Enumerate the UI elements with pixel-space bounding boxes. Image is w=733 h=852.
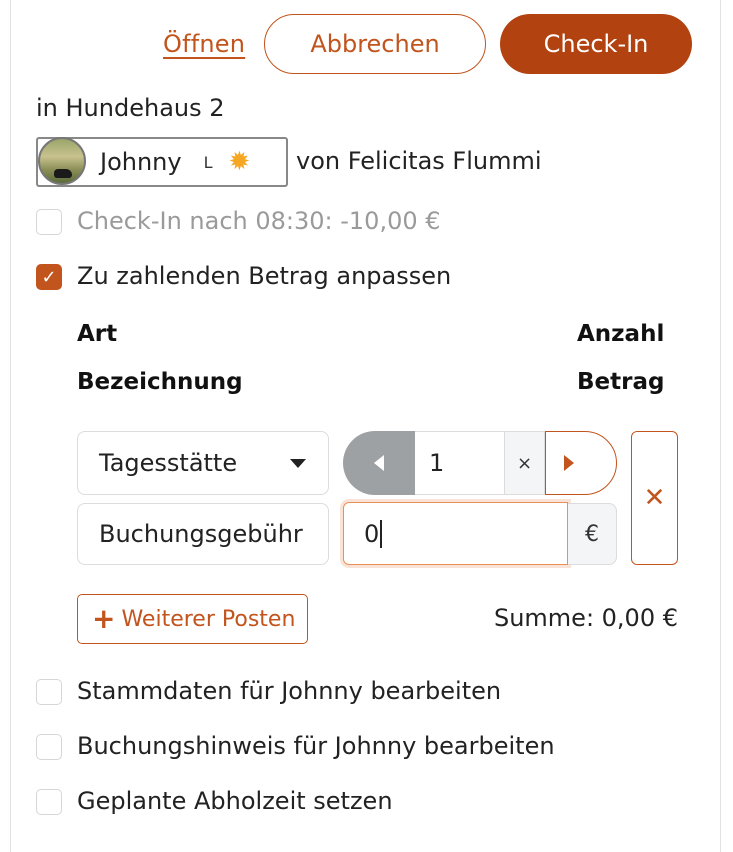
size-badge: L <box>203 152 213 172</box>
multiply-symbol: × <box>504 431 545 495</box>
remove-item-button[interactable]: ✕ <box>631 431 678 565</box>
dog-avatar <box>38 137 86 185</box>
type-select-value: Tagesstätte <box>99 449 238 477</box>
col-amount-header: Betrag <box>577 369 665 395</box>
increment-button[interactable] <box>545 431 617 495</box>
pickup-time-checkbox[interactable] <box>36 789 62 815</box>
late-checkin-checkbox[interactable] <box>36 209 62 235</box>
plus-icon: + <box>92 602 116 635</box>
edit-booking-note-checkbox[interactable] <box>36 734 62 760</box>
owner-text: von Felicitas Flummi <box>296 147 542 175</box>
checkmark-icon: ✓ <box>41 266 57 288</box>
dog-name: Johnny <box>100 148 182 176</box>
sun-icon: ✹ <box>228 147 251 177</box>
decrement-button[interactable] <box>343 431 415 495</box>
edit-master-data-checkbox[interactable] <box>36 679 62 705</box>
currency-addon: € <box>568 503 617 565</box>
open-link[interactable]: Öffnen <box>163 30 245 58</box>
dog-chip[interactable]: Johnny L ✹ <box>36 137 288 187</box>
count-stepper: 1 × <box>343 431 617 495</box>
col-desc-header: Bezeichnung <box>77 369 243 395</box>
checkin-panel <box>10 0 721 852</box>
caret-down-icon <box>290 459 306 468</box>
type-select[interactable]: Tagesstätte <box>77 431 329 495</box>
close-icon: ✕ <box>643 483 666 513</box>
amount-input[interactable]: 0 <box>343 502 568 565</box>
cancel-button[interactable]: Abbrechen <box>264 14 486 74</box>
edit-booking-note-label: Buchungshinweis für Johnny bearbeiten <box>77 732 555 760</box>
edit-master-data-label: Stammdaten für Johnny bearbeiten <box>77 677 502 705</box>
location-text: in Hundehaus 2 <box>36 94 225 122</box>
adjust-amount-label: Zu zahlenden Betrag anpassen <box>77 262 452 290</box>
adjust-amount-checkbox[interactable]: ✓ <box>36 264 62 290</box>
col-type-header: Art <box>77 321 118 347</box>
amount-value: 0 <box>364 519 380 548</box>
add-item-button[interactable]: + Weiterer Posten <box>77 594 308 644</box>
sum-text: Summe: 0,00 € <box>493 604 678 632</box>
add-item-label: Weiterer Posten <box>121 606 296 632</box>
late-checkin-label: Check-In nach 08:30: -10,00 € <box>77 207 441 235</box>
description-input[interactable]: Buchungsgebühr <box>77 503 329 565</box>
count-input[interactable]: 1 <box>415 431 504 495</box>
pickup-time-label: Geplante Abholzeit setzen <box>77 787 393 815</box>
col-count-header: Anzahl <box>577 321 665 347</box>
checkin-button[interactable]: Check-In <box>500 14 692 74</box>
arrow-left-icon <box>374 455 384 471</box>
arrow-right-icon <box>564 455 574 471</box>
text-cursor <box>380 519 382 548</box>
